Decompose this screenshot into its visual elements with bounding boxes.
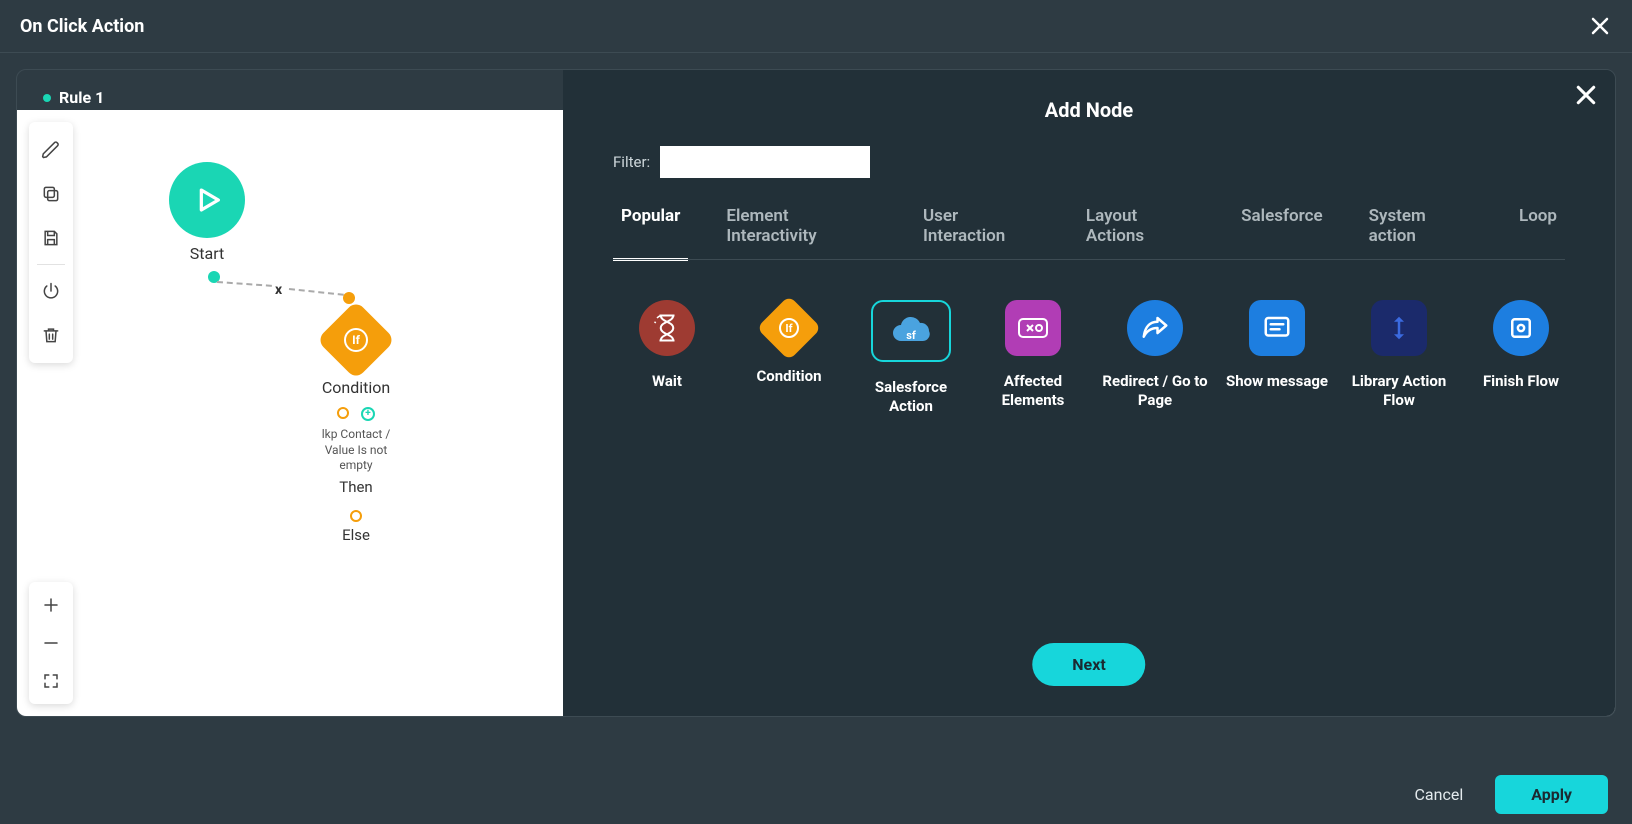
- condition-else-label: Else: [311, 526, 401, 544]
- save-button[interactable]: [29, 216, 73, 260]
- power-button[interactable]: [29, 269, 73, 313]
- node-label: Wait: [613, 372, 721, 391]
- fullscreen-button[interactable]: [29, 662, 73, 700]
- pencil-icon: [41, 140, 61, 160]
- trash-icon: [41, 325, 61, 345]
- condition-node[interactable]: If Condition + lkp Contact / Value Is no…: [311, 306, 401, 544]
- node-item-condition[interactable]: If Condition: [735, 300, 843, 416]
- add-node-panel: Add Node Filter: Popular Element Interac…: [563, 70, 1615, 716]
- node-item-affected-elements[interactable]: Affected Elements: [979, 300, 1087, 416]
- copy-icon: [41, 184, 61, 204]
- close-modal-button[interactable]: [1588, 14, 1612, 38]
- condition-input-port[interactable]: [343, 292, 355, 304]
- wait-icon: [639, 300, 695, 356]
- connector-line: [217, 281, 272, 287]
- category-tab-layout-actions[interactable]: Layout Actions: [1078, 206, 1203, 260]
- condition-then-label: Then: [311, 478, 401, 496]
- condition-else-port[interactable]: [350, 510, 362, 522]
- category-tab-salesforce[interactable]: Salesforce: [1233, 206, 1330, 260]
- library-icon: [1371, 300, 1427, 356]
- node-label: Library Action Flow: [1345, 372, 1453, 410]
- condition-icon: If: [316, 300, 395, 379]
- next-button[interactable]: Next: [1032, 643, 1145, 686]
- node-label: Finish Flow: [1467, 372, 1575, 391]
- filter-label: Filter:: [613, 153, 650, 171]
- condition-label: Condition: [311, 378, 401, 397]
- connector-line: [289, 288, 344, 296]
- condition-output-port[interactable]: [337, 407, 349, 419]
- delete-button[interactable]: [29, 313, 73, 357]
- category-tab-loop[interactable]: Loop: [1511, 206, 1565, 260]
- close-panel-button[interactable]: [1575, 84, 1597, 106]
- node-item-redirect[interactable]: Redirect / Go to Page: [1101, 300, 1209, 416]
- start-node-icon: [169, 162, 245, 238]
- condition-expression: lkp Contact / Value Is not empty: [311, 427, 401, 474]
- node-item-salesforce-action[interactable]: sf Salesforce Action: [857, 300, 965, 416]
- svg-text:sf: sf: [906, 329, 916, 342]
- message-icon: [1249, 300, 1305, 356]
- node-label: Salesforce Action: [857, 378, 965, 416]
- salesforce-icon: sf: [871, 300, 951, 362]
- close-icon: [1590, 16, 1610, 36]
- cancel-button[interactable]: Cancel: [1415, 785, 1464, 804]
- copy-button[interactable]: [29, 172, 73, 216]
- edit-button[interactable]: [29, 128, 73, 172]
- filter-input[interactable]: [660, 146, 870, 178]
- zoom-out-button[interactable]: [29, 624, 73, 662]
- canvas-toolbar: [29, 122, 73, 363]
- add-node-title: Add Node: [563, 70, 1615, 122]
- node-item-wait[interactable]: Wait: [613, 300, 721, 416]
- node-label: Show message: [1223, 372, 1331, 391]
- node-item-show-message[interactable]: Show message: [1223, 300, 1331, 416]
- flow-canvas[interactable]: Start x If Condition + lkp Contact / Val…: [17, 110, 1615, 716]
- node-item-library-action[interactable]: Library Action Flow: [1345, 300, 1453, 416]
- node-label: Condition: [735, 367, 843, 386]
- save-icon: [41, 228, 61, 248]
- category-tab-popular[interactable]: Popular: [613, 206, 688, 260]
- affected-elements-icon: [1005, 300, 1061, 356]
- zoom-in-button[interactable]: [29, 586, 73, 624]
- category-tabs: Popular Element Interactivity User Inter…: [563, 178, 1615, 260]
- redirect-icon: [1127, 300, 1183, 356]
- start-node[interactable]: Start: [167, 162, 247, 263]
- main-panel: Rule 1 + New Rule: [16, 69, 1616, 717]
- close-icon: [1575, 84, 1597, 106]
- node-label: Redirect / Go to Page: [1101, 372, 1209, 410]
- modal-title: On Click Action: [20, 16, 144, 37]
- node-item-finish-flow[interactable]: Finish Flow: [1467, 300, 1575, 416]
- expand-icon: [42, 672, 60, 690]
- node-label: Affected Elements: [979, 372, 1087, 410]
- condition-add-port[interactable]: +: [361, 407, 375, 421]
- category-tab-user-interaction[interactable]: User Interaction: [915, 206, 1048, 260]
- tab-status-dot: [43, 94, 51, 102]
- condition-icon: If: [756, 295, 821, 360]
- category-tab-element-interactivity[interactable]: Element Interactivity: [718, 206, 885, 260]
- category-tab-system-action[interactable]: System action: [1361, 206, 1481, 260]
- node-grid: Wait If Condition sf Salesforc: [563, 260, 1615, 416]
- play-icon: [190, 183, 224, 217]
- start-node-label: Start: [167, 244, 247, 263]
- modal-footer: Cancel Apply: [0, 764, 1632, 824]
- connector-x-label[interactable]: x: [275, 282, 282, 298]
- minus-icon: [42, 634, 60, 652]
- zoom-toolbar: [29, 582, 73, 704]
- apply-button[interactable]: Apply: [1495, 775, 1608, 814]
- finish-icon: [1493, 300, 1549, 356]
- plus-icon: [42, 596, 60, 614]
- tab-label: Rule 1: [59, 88, 104, 107]
- power-icon: [41, 281, 61, 301]
